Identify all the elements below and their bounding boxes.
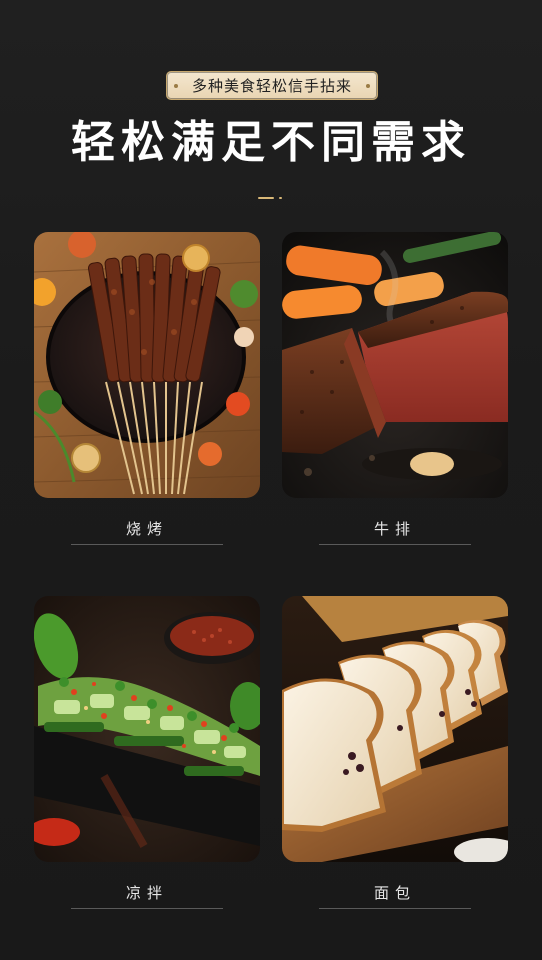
food-label-steak: 牛排 xyxy=(319,513,471,545)
page-title: 轻松满足不同需求 xyxy=(71,117,471,168)
food-label-bbq: 烧烤 xyxy=(71,513,223,545)
food-card-bread[interactable]: 面包 xyxy=(282,596,508,909)
food-card-bbq[interactable]: 烧烤 xyxy=(34,232,260,545)
food-card-salad[interactable]: 凉拌 xyxy=(34,596,260,909)
cold-cucumber-salad-image xyxy=(34,596,260,862)
food-card-steak[interactable]: 牛排 xyxy=(282,232,508,545)
feature-tag-text: 多种美食轻松信手拈来 xyxy=(191,77,352,95)
title-divider-decoration xyxy=(258,196,288,200)
steak-image xyxy=(282,232,508,498)
feature-tag-pill: 多种美食轻松信手拈来 xyxy=(166,71,378,100)
food-label-salad: 凉拌 xyxy=(71,877,223,909)
food-label-bread: 面包 xyxy=(319,877,471,909)
page-background: 多种美食轻松信手拈来 轻松满足不同需求 烧烤 牛排 凉拌 面包 xyxy=(0,0,542,960)
sliced-bread-image xyxy=(282,596,508,862)
bbq-skewers-image xyxy=(34,232,260,498)
